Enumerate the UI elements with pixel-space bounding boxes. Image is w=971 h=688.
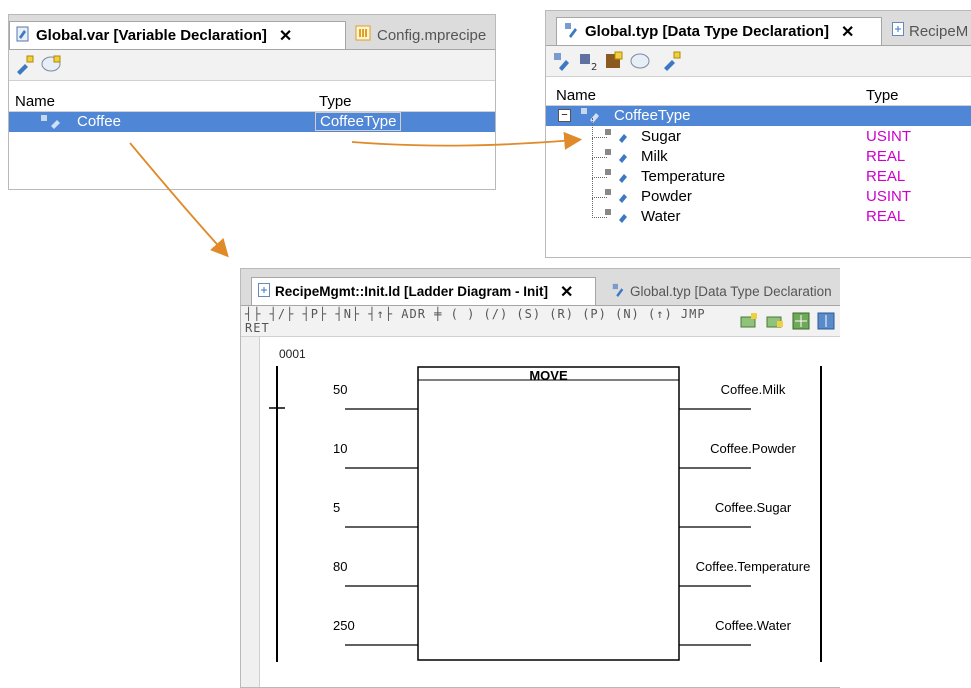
- struct-type-icon[interactable]: [602, 49, 626, 73]
- data-type-declaration-panel: Global.typ [Data Type Declaration] ✕ Rec…: [545, 10, 971, 258]
- ladder-file-icon: [258, 283, 272, 300]
- svg-text:2: 2: [591, 62, 597, 72]
- block-title: MOVE: [529, 368, 568, 383]
- tab-label: RecipeMgmt::Init.ld [Ladder Diagram - In…: [275, 284, 549, 299]
- type-row-coffeetype[interactable]: − CoffeeType: [546, 106, 971, 126]
- insert-column-icon[interactable]: [814, 309, 838, 333]
- input-value[interactable]: 50: [333, 382, 347, 397]
- member-row[interactable]: Powder USINT: [546, 178, 971, 207]
- insert-block-icon[interactable]: [789, 309, 813, 333]
- tab-label: Global.var [Variable Declaration]: [36, 27, 267, 44]
- output-variable[interactable]: Coffee.Powder: [683, 441, 823, 456]
- append-rung-icon[interactable]: [763, 309, 787, 333]
- comment-icon[interactable]: [39, 53, 63, 77]
- variable-type: CoffeeType: [315, 112, 402, 131]
- member-name: Powder: [641, 188, 692, 205]
- member-name: Water: [641, 208, 681, 225]
- datatype-file-icon: [611, 283, 627, 300]
- column-name[interactable]: Name: [556, 87, 596, 104]
- tab-config-mprecipe[interactable]: Config.mprecipe: [349, 21, 495, 49]
- comment-icon[interactable]: [628, 49, 652, 73]
- column-type[interactable]: Type: [866, 87, 899, 104]
- column-name[interactable]: Name: [15, 93, 55, 110]
- close-icon[interactable]: ✕: [279, 26, 292, 46]
- output-variable[interactable]: Coffee.Milk: [683, 382, 823, 397]
- insert-rung-icon[interactable]: [738, 309, 762, 333]
- cursor-crosshair-icon: [269, 397, 285, 421]
- tab-label: Global.typ [Data Type Declaration: [630, 283, 832, 299]
- member-type: REAL: [866, 168, 906, 185]
- collapse-toggle[interactable]: −: [558, 109, 571, 122]
- member-type: REAL: [866, 208, 906, 225]
- toolbar: [9, 50, 495, 81]
- input-value[interactable]: 80: [333, 559, 347, 574]
- input-value[interactable]: 250: [333, 618, 355, 633]
- member-type: REAL: [866, 148, 906, 165]
- output-variable[interactable]: Coffee.Water: [683, 618, 823, 633]
- tab-label: Config.mprecipe: [377, 26, 487, 44]
- ladder-toolbar: ┤├ ┤/├ ┤P├ ┤N├ ┤↑├ ADR ╪ ( ) (/) (S) (R)…: [241, 306, 840, 337]
- datatype-file-icon: [563, 22, 581, 42]
- column-type[interactable]: Type: [319, 93, 352, 110]
- input-value[interactable]: 10: [333, 441, 347, 456]
- variable-declaration-panel: Global.var [Variable Declaration] ✕ Conf…: [8, 14, 496, 190]
- tab-label: Global.typ [Data Type Declaration]: [585, 23, 829, 40]
- column-header: Name Type: [546, 85, 971, 106]
- tab-bar: Global.typ [Data Type Declaration] ✕ Rec…: [546, 11, 971, 46]
- member-name: Sugar: [641, 128, 682, 145]
- type-name: CoffeeType: [614, 107, 691, 124]
- variable-icon: [39, 114, 65, 134]
- tab-global-var[interactable]: Global.var [Variable Declaration] ✕: [9, 21, 346, 49]
- ladder-diagram-panel: RecipeMgmt::Init.ld [Ladder Diagram - In…: [240, 268, 840, 688]
- close-icon[interactable]: ✕: [841, 22, 854, 42]
- member-row[interactable]: Water REAL: [546, 198, 971, 228]
- tab-recipemgmt-init[interactable]: RecipeMgmt::Init.ld [Ladder Diagram - In…: [251, 277, 596, 305]
- add-variable-icon[interactable]: [13, 53, 37, 77]
- ladder-element-tools[interactable]: ┤├ ┤/├ ┤P├ ┤N├ ┤↑├ ADR ╪ ( ) (/) (S) (R)…: [245, 306, 730, 336]
- move-block[interactable]: [417, 366, 680, 661]
- member-type: USINT: [866, 128, 911, 145]
- output-variable[interactable]: Coffee.Temperature: [683, 559, 823, 574]
- add-member-icon[interactable]: [660, 49, 684, 73]
- member-icon: [602, 208, 632, 228]
- tab-global-typ[interactable]: Global.typ [Data Type Declaration: [605, 277, 840, 305]
- member-name: Temperature: [641, 168, 726, 185]
- member-row[interactable]: Milk REAL: [546, 138, 971, 167]
- output-variable[interactable]: Coffee.Sugar: [683, 500, 823, 515]
- toolbar: 2: [546, 46, 971, 77]
- column-header: Name Type: [9, 91, 495, 112]
- tab-bar: RecipeMgmt::Init.ld [Ladder Diagram - In…: [241, 269, 840, 306]
- variable-name: Coffee: [77, 113, 121, 130]
- tab-global-typ[interactable]: Global.typ [Data Type Declaration] ✕: [556, 17, 882, 45]
- close-icon[interactable]: ✕: [560, 282, 573, 302]
- member-name: Milk: [641, 148, 668, 165]
- enum-type-icon[interactable]: 2: [576, 49, 600, 73]
- ladder-canvas: 0001 MOVE 50 Coffee.Milk 10 Coffee.Powder 5 C…: [241, 337, 840, 687]
- member-type: USINT: [866, 188, 911, 205]
- tab-bar: Global.var [Variable Declaration] ✕ Conf…: [9, 15, 495, 50]
- tab-label: RecipeM: [909, 22, 969, 40]
- variable-row-coffee[interactable]: Coffee CoffeeType: [9, 112, 495, 132]
- member-row[interactable]: Temperature REAL: [546, 158, 971, 187]
- config-file-icon: [355, 25, 373, 45]
- input-value[interactable]: 5: [333, 500, 340, 515]
- ladder-file-icon: [892, 22, 906, 40]
- add-type-icon[interactable]: [550, 49, 574, 73]
- tab-recipemgmt[interactable]: RecipeM: [886, 17, 971, 45]
- member-row[interactable]: Sugar USINT: [546, 118, 971, 147]
- variable-file-icon: [16, 26, 32, 46]
